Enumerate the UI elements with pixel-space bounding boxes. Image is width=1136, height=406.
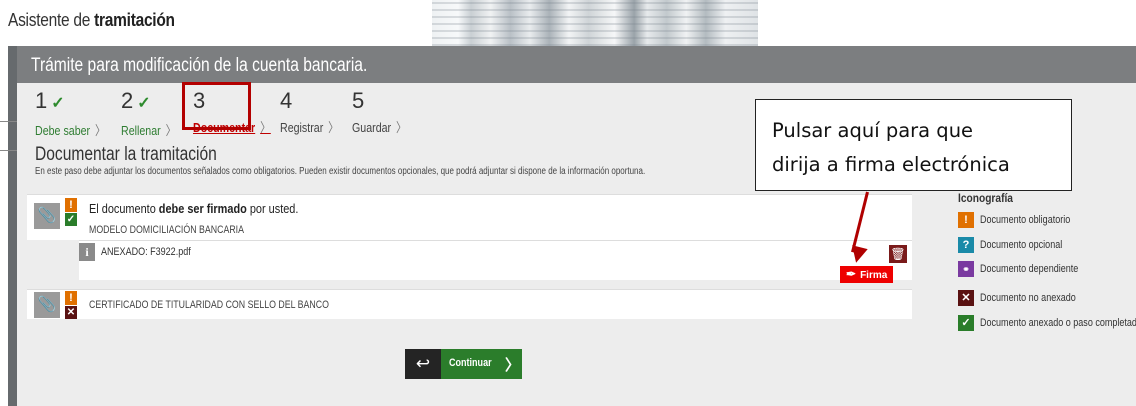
info-icon[interactable]: i xyxy=(79,243,95,261)
mandatory-icon: ! xyxy=(958,212,974,228)
left-side-bar xyxy=(8,46,17,406)
app-title: Asistente de tramitación xyxy=(8,10,175,31)
optional-icon: ? xyxy=(958,237,974,253)
document-row: 📎 ! ✕ CERTIFICADO DE TITULARIDAD CON SEL… xyxy=(27,289,912,319)
pen-icon: ✒ xyxy=(846,267,857,281)
attached-check-icon: ✓ xyxy=(65,213,77,226)
document-sign-message: El documento debe ser firmado por usted. xyxy=(89,201,299,216)
chevron-right-icon: 〉 xyxy=(328,120,339,135)
undo-arrow-icon: ↩ xyxy=(415,354,431,373)
legend-label: Documento opcional xyxy=(980,239,1063,251)
section-description: En este paso debe adjuntar los documento… xyxy=(35,166,646,177)
check-icon: ✓ xyxy=(137,95,151,112)
back-button[interactable]: ↩ xyxy=(405,349,441,379)
annotation-callout: Pulsar aquí para que dirija a firma elec… xyxy=(755,99,1072,191)
chevron-right-icon: 〉 xyxy=(165,123,177,138)
trash-icon[interactable]: 🗑 xyxy=(889,245,907,263)
chevron-right-icon: 〉 xyxy=(396,120,407,135)
step-number: 2 ✓ xyxy=(121,88,151,113)
paperclip-icon[interactable]: 📎 xyxy=(34,203,60,229)
app-title-bold: tramitación xyxy=(94,10,175,30)
legend-label: Documento obligatorio xyxy=(980,214,1071,226)
header-banner-image xyxy=(432,0,758,46)
chevron-right-icon: 〉 xyxy=(505,357,521,374)
legend-label: Documento anexado o paso completado xyxy=(980,317,1136,329)
left-divider xyxy=(0,121,17,122)
app-title-prefix: Asistente de xyxy=(8,10,95,30)
legend-label: Documento dependiente xyxy=(980,263,1079,275)
annexed-file[interactable]: ANEXADO: F3922.pdf xyxy=(101,246,191,258)
document-name: MODELO DOMICILIACIÓN BANCARIA xyxy=(89,224,245,236)
link-icon: ⚭ xyxy=(958,261,974,277)
chevron-right-icon: 〉 xyxy=(95,123,106,138)
callout-text: Pulsar aquí para que dirija a firma elec… xyxy=(772,119,1010,176)
document-row: 📎 ! ✓ El documento debe ser firmado por … xyxy=(27,194,912,240)
step-1[interactable]: 1 ✓ Debe saber 〉 xyxy=(35,90,121,139)
step-5[interactable]: 5 Guardar 〉 xyxy=(352,90,419,136)
active-step-highlight xyxy=(182,82,251,130)
mandatory-icon: ! xyxy=(65,291,77,305)
left-divider xyxy=(0,150,17,151)
continue-button[interactable]: Continuar 〉 xyxy=(441,349,522,379)
document-name: CERTIFICADO DE TITULARIDAD CON SELLO DEL… xyxy=(89,299,329,311)
step-label: Guardar 〉 xyxy=(352,120,407,135)
step-number: 4 xyxy=(280,88,293,113)
sign-button[interactable]: ✒ Firma xyxy=(840,266,894,283)
step-number: 1 ✓ xyxy=(35,88,65,113)
step-label: Rellenar 〉 xyxy=(121,123,177,138)
check-icon: ✓ xyxy=(51,95,65,112)
panel-title: Trámite para modificación de la cuenta b… xyxy=(31,55,368,76)
step-2[interactable]: 2 ✓ Rellenar 〉 xyxy=(121,90,188,139)
annex-row: i ANEXADO: F3922.pdf 🗑 ✒ Firma xyxy=(79,240,912,283)
step-label: Registrar 〉 xyxy=(280,120,339,135)
step-label: Debe saber 〉 xyxy=(35,123,106,138)
step-number: 5 xyxy=(352,88,365,113)
mandatory-icon: ! xyxy=(65,198,77,212)
check-icon: ✓ xyxy=(958,315,974,331)
legend-title: Iconografía xyxy=(958,191,1013,205)
not-attached-icon: ✕ xyxy=(958,290,974,306)
step-4[interactable]: 4 Registrar 〉 xyxy=(280,90,352,136)
not-attached-icon: ✕ xyxy=(65,306,77,319)
section-title: Documentar la tramitación xyxy=(35,144,217,165)
chevron-right-icon: 〉 xyxy=(260,120,271,135)
legend-label: Documento no anexado xyxy=(980,292,1076,304)
panel-header: Trámite para modificación de la cuenta b… xyxy=(17,46,1136,83)
paperclip-icon[interactable]: 📎 xyxy=(34,292,60,318)
continue-label: Continuar xyxy=(449,357,492,369)
